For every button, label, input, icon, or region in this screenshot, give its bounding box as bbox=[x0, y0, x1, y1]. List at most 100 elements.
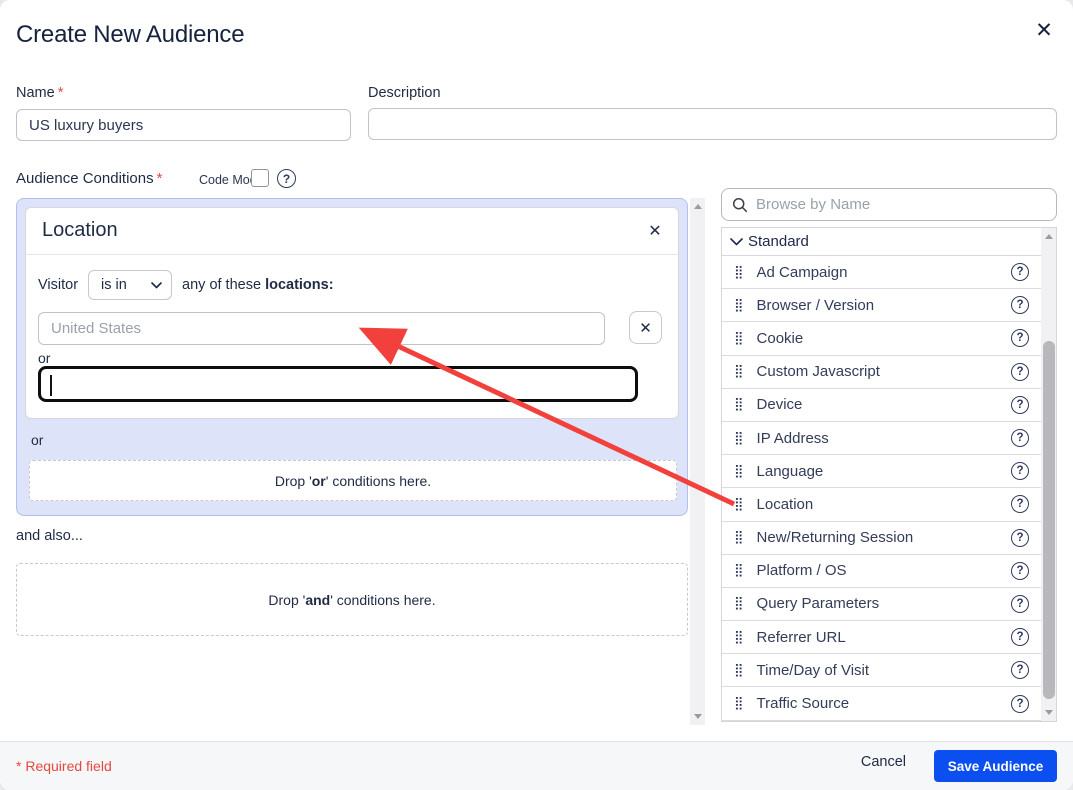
help-icon[interactable]: ? bbox=[1011, 595, 1029, 613]
dz-word: and bbox=[305, 592, 330, 608]
text-caret bbox=[50, 375, 52, 396]
dz-word: or bbox=[312, 473, 326, 489]
page-title: Create New Audience bbox=[16, 21, 244, 49]
name-label: Name* bbox=[16, 85, 63, 101]
condition-type-row-ad-campaign[interactable]: ⣿Ad Campaign? bbox=[722, 256, 1041, 289]
and-dropzone[interactable]: Drop 'and' conditions here. bbox=[16, 563, 688, 636]
help-icon[interactable]: ? bbox=[1011, 462, 1029, 480]
help-icon[interactable]: ? bbox=[1011, 628, 1029, 646]
description-label: Description bbox=[368, 85, 441, 101]
condition-type-row-platform-os[interactable]: ⣿Platform / OS? bbox=[722, 555, 1041, 588]
type-list-scrollbar[interactable] bbox=[1041, 228, 1056, 721]
condition-type-row-time-day-of-visit[interactable]: ⣿ Time/Day of Visit? bbox=[722, 654, 1041, 687]
drag-handle-icon[interactable]: ⣿ bbox=[734, 498, 744, 511]
help-icon[interactable]: ? bbox=[1011, 296, 1029, 314]
search-icon bbox=[732, 197, 748, 213]
condition-type-row-language[interactable]: ⣿ Language? bbox=[722, 455, 1041, 488]
condition-type-label: IP Address bbox=[757, 430, 829, 447]
help-icon[interactable]: ? bbox=[1011, 661, 1029, 679]
scroll-up-icon[interactable] bbox=[694, 204, 702, 209]
clause-text: any of these locations: bbox=[182, 277, 334, 293]
audience-conditions-text: Audience Conditions bbox=[16, 170, 154, 187]
name-label-text: Name bbox=[16, 85, 55, 101]
location-value-input[interactable] bbox=[38, 312, 605, 345]
help-icon[interactable]: ? bbox=[1011, 363, 1029, 381]
scroll-up-icon[interactable] bbox=[1045, 234, 1053, 239]
condition-type-label: Query Parameters bbox=[757, 595, 880, 612]
chevron-down-icon bbox=[151, 282, 162, 289]
and-also-label: and also... bbox=[16, 528, 83, 544]
visitor-label: Visitor bbox=[38, 277, 78, 293]
required-field-note: * Required field bbox=[16, 758, 112, 774]
drag-handle-icon[interactable]: ⣿ bbox=[734, 266, 744, 279]
name-input[interactable] bbox=[16, 109, 351, 141]
condition-type-row-traffic-source[interactable]: ⣿ Traffic Source? bbox=[722, 687, 1041, 720]
help-icon[interactable]: ? bbox=[1011, 263, 1029, 281]
help-icon[interactable]: ? bbox=[1011, 429, 1029, 447]
search-input[interactable] bbox=[756, 196, 1046, 213]
help-icon[interactable]: ? bbox=[277, 169, 296, 188]
condition-type-label: Traffic Source bbox=[757, 695, 850, 712]
condition-type-row-custom-javascript[interactable]: ⣿ Custom Javascript? bbox=[722, 356, 1041, 389]
new-location-input[interactable] bbox=[38, 366, 638, 402]
browse-search-box[interactable] bbox=[721, 188, 1057, 221]
condition-type-label: Custom Javascript bbox=[757, 363, 880, 380]
conditions-scrollbar[interactable] bbox=[690, 198, 705, 725]
help-icon[interactable]: ? bbox=[1011, 562, 1029, 580]
drag-handle-icon[interactable]: ⣿ bbox=[734, 564, 744, 577]
drag-handle-icon[interactable]: ⣿ bbox=[734, 299, 744, 312]
operator-value: is in bbox=[101, 277, 151, 293]
condition-type-list: Standard ⣿Ad Campaign? ⣿Browser / Versio… bbox=[721, 227, 1057, 722]
scroll-down-icon[interactable] bbox=[1045, 710, 1053, 715]
condition-type-row-ip-address[interactable]: ⣿ IP Address? bbox=[722, 422, 1041, 455]
drag-handle-icon[interactable]: ⣿ bbox=[734, 398, 744, 411]
condition-type-row-cookie[interactable]: ⣿ Cookie? bbox=[722, 322, 1041, 355]
close-icon[interactable]: ✕ bbox=[644, 220, 666, 242]
drag-handle-icon[interactable]: ⣿ bbox=[734, 597, 744, 610]
visitor-clause-row: Visitor is in any of these locations: bbox=[38, 270, 334, 300]
help-icon[interactable]: ? bbox=[1011, 396, 1029, 414]
dz-post: ' conditions here. bbox=[330, 592, 435, 608]
condition-type-label: Time/Day of Visit bbox=[757, 662, 870, 679]
condition-type-row-query-parameters[interactable]: ⣿ Query Parameters? bbox=[722, 588, 1041, 621]
operator-select[interactable]: is in bbox=[88, 270, 172, 300]
code-mode-checkbox[interactable] bbox=[251, 169, 269, 187]
description-input[interactable] bbox=[368, 108, 1057, 140]
scroll-down-icon[interactable] bbox=[694, 714, 702, 719]
condition-type-label: Device bbox=[757, 396, 803, 413]
cancel-button[interactable]: Cancel bbox=[861, 754, 906, 770]
drag-handle-icon[interactable]: ⣿ bbox=[734, 531, 744, 544]
condition-type-list-inner: Standard ⣿Ad Campaign? ⣿Browser / Versio… bbox=[722, 228, 1041, 721]
condition-type-row-location[interactable]: ⣿ Location? bbox=[722, 488, 1041, 521]
condition-type-row-device[interactable]: ⣿ Device? bbox=[722, 389, 1041, 422]
condition-type-label: Cookie bbox=[757, 330, 804, 347]
location-condition-card: Location ✕ Visitor is in any of these lo… bbox=[25, 207, 679, 419]
modal-footer: * Required field Cancel Save Audience bbox=[0, 741, 1073, 790]
help-icon[interactable]: ? bbox=[1011, 329, 1029, 347]
condition-card-header: Location ✕ bbox=[26, 208, 678, 255]
condition-type-row-referrer-url[interactable]: ⣿Referrer URL? bbox=[722, 621, 1041, 654]
drag-handle-icon[interactable]: ⣿ bbox=[734, 432, 744, 445]
or-dropzone[interactable]: Drop 'or' conditions here. bbox=[29, 460, 677, 501]
condition-group-card: Location ✕ Visitor is in any of these lo… bbox=[16, 198, 688, 516]
group-or-label: or bbox=[31, 432, 43, 448]
drag-handle-icon[interactable]: ⣿ bbox=[734, 697, 744, 710]
drag-handle-icon[interactable]: ⣿ bbox=[734, 465, 744, 478]
help-icon[interactable]: ? bbox=[1011, 695, 1029, 713]
drag-handle-icon[interactable]: ⣿ bbox=[734, 365, 744, 378]
drag-handle-icon[interactable]: ⣿ bbox=[734, 332, 744, 345]
close-icon[interactable]: ✕ bbox=[1031, 17, 1057, 43]
condition-type-label: Location bbox=[757, 496, 814, 513]
condition-type-row-browser-version[interactable]: ⣿Browser / Version? bbox=[722, 289, 1041, 322]
standard-group-header[interactable]: Standard bbox=[722, 228, 1041, 256]
help-icon[interactable]: ? bbox=[1011, 529, 1029, 547]
condition-type-label: Language bbox=[757, 463, 824, 480]
audience-conditions-label: Audience Conditions* bbox=[16, 170, 162, 187]
save-audience-button[interactable]: Save Audience bbox=[934, 750, 1057, 782]
drag-handle-icon[interactable]: ⣿ bbox=[734, 631, 744, 644]
clear-location-icon[interactable]: ✕ bbox=[629, 311, 662, 344]
help-icon[interactable]: ? bbox=[1011, 495, 1029, 513]
condition-type-row-new-returning-session[interactable]: ⣿New/Returning Session? bbox=[722, 522, 1041, 555]
drag-handle-icon[interactable]: ⣿ bbox=[734, 664, 744, 677]
scrollbar-thumb[interactable] bbox=[1043, 341, 1055, 699]
